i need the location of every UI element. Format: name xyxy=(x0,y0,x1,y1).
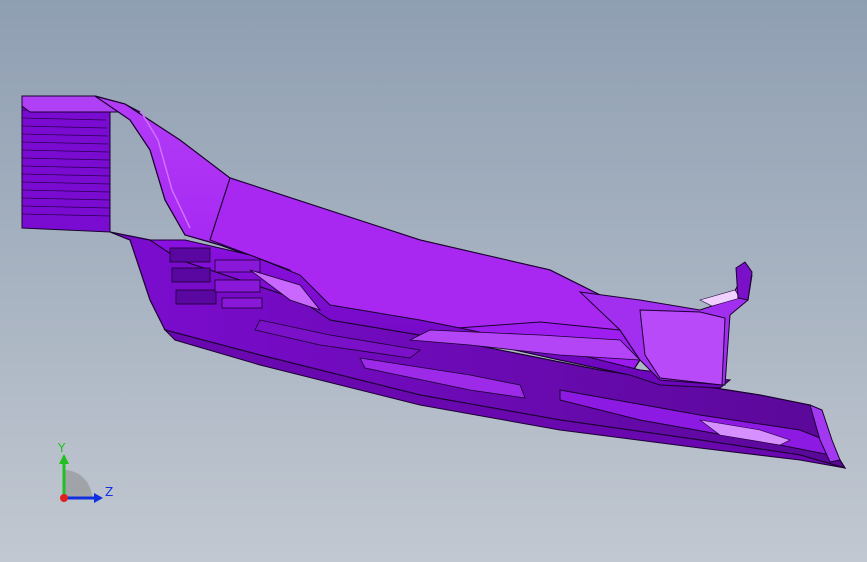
x-axis-origin-icon xyxy=(60,494,68,502)
graphics-viewport[interactable]: Y Z xyxy=(0,0,867,562)
orientation-triad: Y Z xyxy=(57,441,113,503)
3d-model-part[interactable] xyxy=(0,0,867,562)
z-axis-arrow-icon xyxy=(94,493,103,503)
triad-plane-indicator xyxy=(64,470,92,498)
left-end-block xyxy=(21,95,141,233)
y-axis-arrow-icon xyxy=(59,454,69,464)
y-axis-label: Y xyxy=(57,441,66,455)
z-axis-label: Z xyxy=(105,485,113,499)
